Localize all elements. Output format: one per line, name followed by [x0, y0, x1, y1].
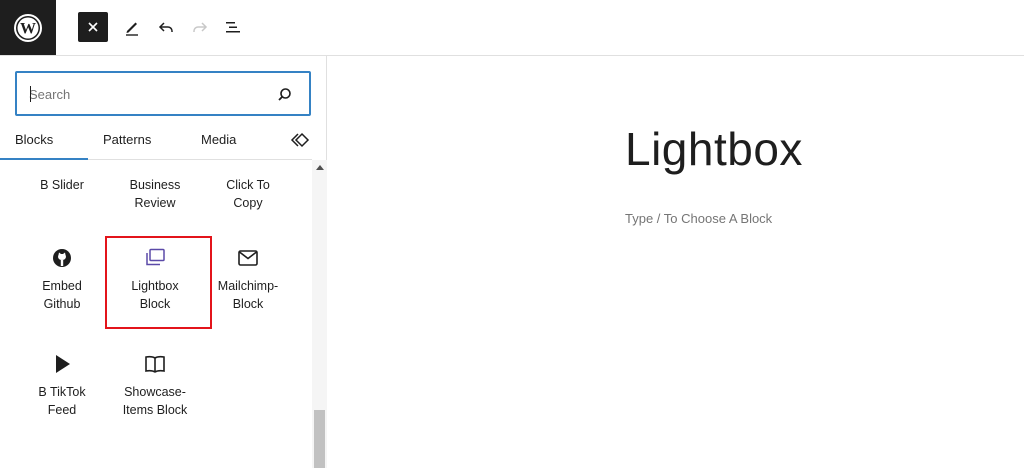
redo-button[interactable]	[185, 12, 215, 42]
close-icon	[88, 22, 98, 32]
play-icon	[56, 355, 70, 373]
block-label: Github	[43, 297, 81, 311]
block-list-scrollbar[interactable]	[312, 160, 327, 468]
block-label: Click To	[226, 178, 270, 192]
pencil-icon	[126, 22, 138, 36]
block-item-b-slider[interactable]: B Slider	[14, 176, 110, 194]
block-item-embed-github[interactable]: Embed Github	[14, 246, 110, 313]
editor-toolbar: W	[0, 0, 1024, 56]
scroll-thumb[interactable]	[314, 410, 325, 468]
block-label: Mailchimp-	[217, 279, 279, 293]
block-item-b-tiktok-feed[interactable]: B TikTok Feed	[14, 352, 110, 419]
block-item-mailchimp-block[interactable]: Mailchimp- Block	[200, 246, 296, 313]
post-title[interactable]: Lightbox	[625, 122, 803, 176]
undo-button[interactable]	[151, 12, 181, 42]
wordpress-logo-icon: W	[14, 13, 42, 42]
search-input[interactable]	[29, 83, 259, 105]
block-item-showcase-items-block[interactable]: Showcase- Items Block	[107, 352, 203, 419]
search-icon[interactable]	[275, 85, 295, 105]
block-label: Business	[129, 178, 181, 192]
envelope-icon	[238, 250, 258, 266]
block-label: Feed	[47, 403, 77, 417]
block-item-business-review[interactable]: Business Review	[107, 176, 203, 212]
tab-media[interactable]: Media	[201, 132, 236, 147]
list-view-button[interactable]	[218, 12, 248, 42]
scroll-up-arrow-icon[interactable]	[316, 165, 324, 170]
tab-blocks[interactable]: Blocks	[15, 132, 53, 147]
block-label: B TikTok	[38, 385, 86, 399]
highlight-box	[105, 236, 212, 329]
block-label: Embed	[42, 279, 82, 293]
block-label: Showcase-	[124, 385, 186, 399]
tools-button[interactable]	[117, 12, 147, 42]
book-icon	[145, 355, 165, 373]
github-icon	[53, 249, 71, 267]
inserter-tabs: Blocks Patterns Media	[0, 124, 327, 160]
text-caret	[30, 86, 31, 102]
undo-icon	[158, 22, 173, 32]
list-view-icon	[226, 22, 240, 33]
block-item-click-to-copy[interactable]: Click To Copy	[200, 176, 296, 212]
editor-canvas: Lightbox Type / To Choose A Block	[328, 56, 1024, 468]
search-box[interactable]	[15, 71, 311, 116]
block-label: B Slider	[40, 178, 84, 192]
tab-patterns[interactable]: Patterns	[103, 132, 151, 147]
block-label: Copy	[233, 196, 263, 210]
block-label: Items Block	[122, 403, 188, 417]
block-label: Review	[134, 196, 176, 210]
block-appender-prompt[interactable]: Type / To Choose A Block	[625, 211, 772, 226]
block-label: Block	[232, 297, 264, 311]
close-inserter-button[interactable]	[78, 12, 108, 42]
collapse-icon[interactable]	[289, 130, 311, 150]
svg-text:W: W	[20, 20, 36, 37]
redo-icon	[193, 22, 208, 32]
block-inserter-panel: Blocks Patterns Media B Slider Business …	[0, 56, 327, 468]
wordpress-logo-button[interactable]: W	[0, 0, 56, 55]
